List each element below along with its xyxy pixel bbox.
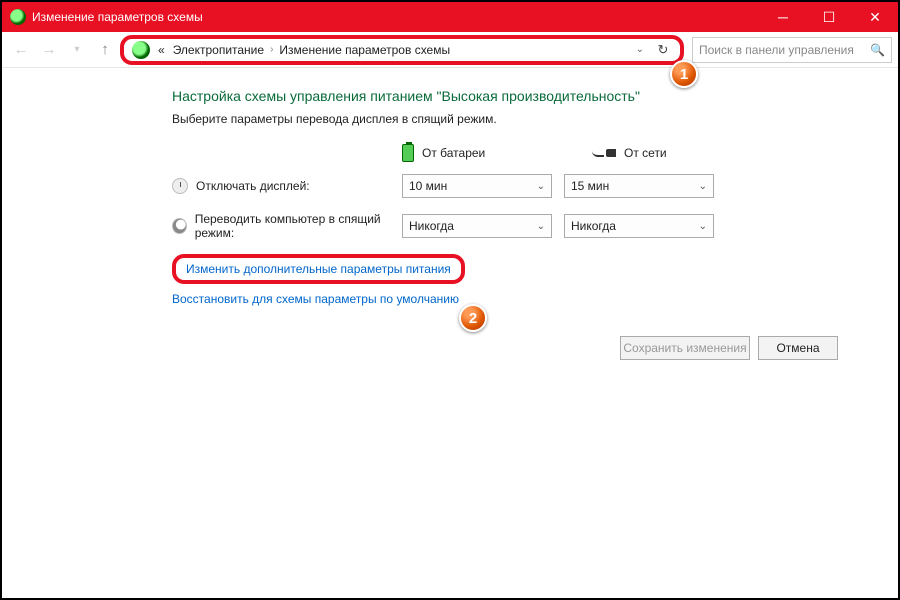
link-restore-defaults[interactable]: Восстановить для схемы параметры по умол… [172,292,459,306]
up-arrow-icon[interactable]: ↑ [92,37,118,63]
col-ac-label: От сети [624,146,667,160]
links: Изменить дополнительные параметры питани… [172,254,878,316]
moon-icon [172,218,187,234]
select-display-ac[interactable]: 15 мин ⌄ [564,174,714,198]
breadcrumb-seg-edit[interactable]: Изменение параметров схемы [275,43,454,57]
link-advanced-highlight: Изменить дополнительные параметры питани… [172,254,465,284]
select-display-battery-value: 10 мин [409,179,537,193]
dropdown-history-icon[interactable]: ▾ [64,37,90,63]
breadcrumb-dropdown-icon[interactable]: ⌄ [630,44,650,55]
breadcrumb-icon [132,41,150,59]
col-battery: От батареи [402,144,552,162]
chevron-down-icon: ⌄ [699,221,707,232]
minimize-button[interactable]: ─ [760,2,806,32]
col-battery-label: От батареи [422,146,485,160]
breadcrumb-prefix: « [154,43,169,57]
cancel-button[interactable]: Отмена [758,336,838,360]
search-placeholder: Поиск в панели управления [699,43,854,57]
select-sleep-ac-value: Никогда [571,219,699,233]
window-title: Изменение параметров схемы [32,10,760,24]
page-subtitle: Выберите параметры перевода дисплея в сп… [172,112,878,126]
titlebar: Изменение параметров схемы ─ ☐ ✕ [2,2,898,32]
window: Изменение параметров схемы ─ ☐ ✕ ← → ▾ ↑… [0,0,900,600]
button-row: Сохранить изменения Отмена [172,336,838,360]
refresh-icon[interactable]: ↻ [650,42,676,58]
annotation-badge-2: 2 [459,304,487,332]
monitor-clock-icon [172,178,188,194]
forward-arrow-icon[interactable]: → [36,37,62,63]
select-display-battery[interactable]: 10 мин ⌄ [402,174,552,198]
search-input[interactable]: Поиск в панели управления 🔍 [692,37,892,63]
chevron-down-icon: ⌄ [537,221,545,232]
maximize-button[interactable]: ☐ [806,2,852,32]
navbar: ← → ▾ ↑ « Электропитание › Изменение пар… [2,32,898,68]
chevron-down-icon: ⌄ [699,181,707,192]
page-heading: Настройка схемы управления питанием "Выс… [172,88,878,104]
row-display: Отключать дисплей: 10 мин ⌄ 15 мин ⌄ [172,174,878,198]
select-sleep-ac[interactable]: Никогда ⌄ [564,214,714,238]
plug-icon [592,147,616,159]
content-area: Настройка схемы управления питанием "Выс… [2,68,898,380]
close-button[interactable]: ✕ [852,2,898,32]
app-icon [10,9,26,25]
search-icon: 🔍 [870,43,885,57]
select-display-ac-value: 15 мин [571,179,699,193]
row-sleep-label-wrap: Переводить компьютер в спящий режим: [172,212,402,240]
col-ac: От сети [592,146,742,160]
save-button[interactable]: Сохранить изменения [620,336,750,360]
row-display-label: Отключать дисплей: [196,179,310,193]
back-arrow-icon[interactable]: ← [8,37,34,63]
select-sleep-battery-value: Никогда [409,219,537,233]
column-headers: От батареи От сети [402,144,878,162]
chevron-right-icon: › [268,44,275,55]
breadcrumb[interactable]: « Электропитание › Изменение параметров … [120,35,684,65]
row-display-label-wrap: Отключать дисплей: [172,178,402,194]
battery-icon [402,144,414,162]
row-sleep-label: Переводить компьютер в спящий режим: [195,212,402,240]
annotation-badge-1: 1 [670,60,698,88]
row-sleep: Переводить компьютер в спящий режим: Ник… [172,212,878,240]
link-advanced[interactable]: Изменить дополнительные параметры питани… [186,262,451,276]
breadcrumb-seg-power[interactable]: Электропитание [169,43,268,57]
select-sleep-battery[interactable]: Никогда ⌄ [402,214,552,238]
chevron-down-icon: ⌄ [537,181,545,192]
